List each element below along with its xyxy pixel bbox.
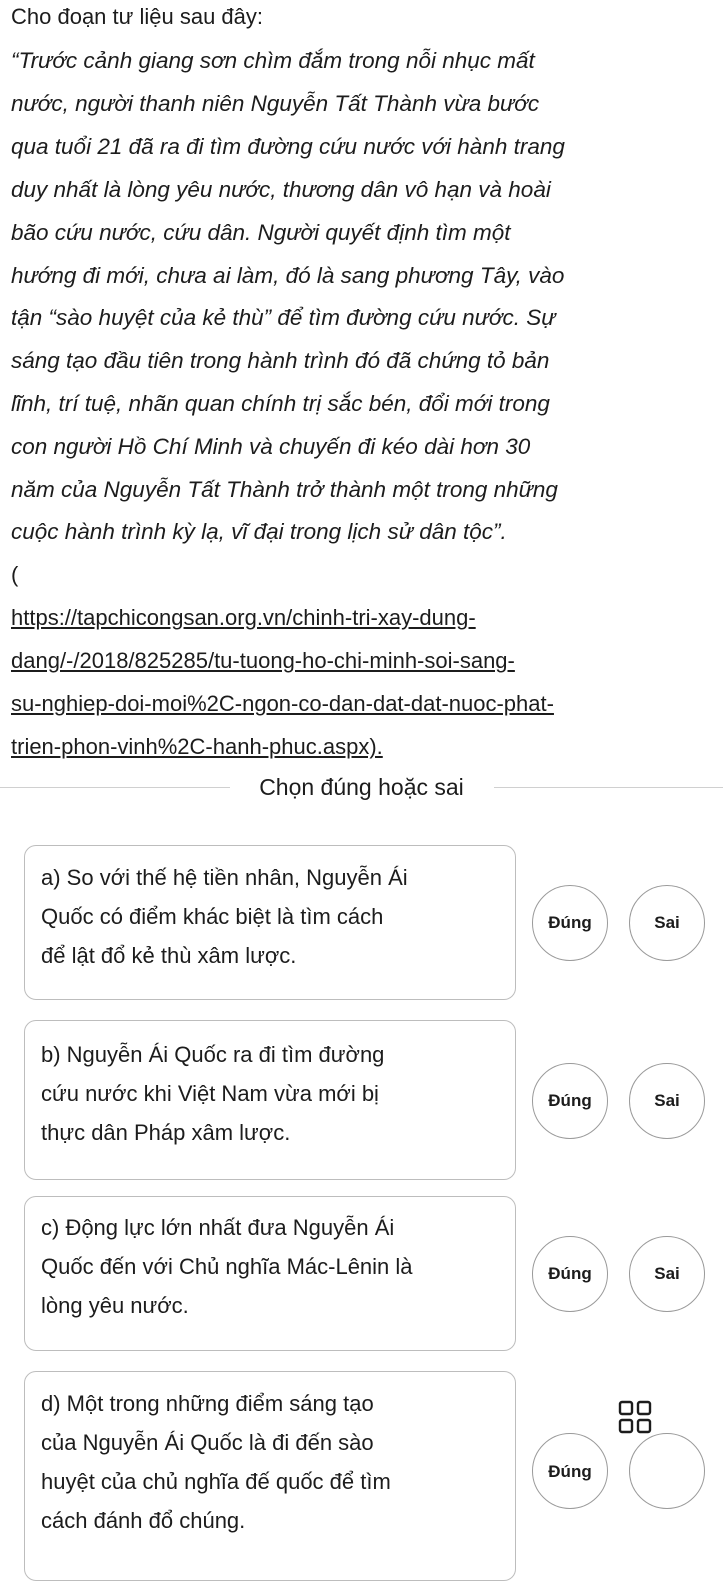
question-line: lòng yêu nước. [41, 1293, 189, 1318]
question-line: d) Một trong những điểm sáng tạo [41, 1391, 374, 1416]
quote-line: lĩnh, trí tuệ, nhãn quan chính trị sắc b… [11, 391, 550, 416]
question-text: c) Động lực lớn nhất đưa Nguyễn Ái Quốc … [41, 1208, 413, 1325]
false-button-b[interactable]: Sai [629, 1063, 705, 1139]
quote-line: bão cứu nước, cứu dân. Người quyết định … [11, 220, 511, 245]
false-button-d[interactable] [629, 1433, 705, 1509]
quote-line: hướng đi mới, chưa ai làm, đó là sang ph… [11, 263, 565, 288]
quote-line: cuộc hành trình kỳ lạ, vĩ đại trong lịch… [11, 519, 507, 544]
quote-line: “Trước cảnh giang sơn chìm đắm trong nỗi… [11, 48, 535, 73]
true-button-d[interactable]: Đúng [532, 1433, 608, 1509]
question-text: a) So với thế hệ tiền nhân, Nguyễn Ái Qu… [41, 858, 408, 975]
source-link[interactable]: https://tapchicongsan.org.vn/chinh-tri-x… [11, 603, 476, 633]
true-button-a[interactable]: Đúng [532, 885, 608, 961]
source-link[interactable]: trien-phon-vinh%2C-hanh-phuc.aspx). [11, 732, 383, 762]
quote-line: sáng tạo đầu tiên trong hành trình đó đã… [11, 348, 550, 373]
question-line: b) Nguyễn Ái Quốc ra đi tìm đường [41, 1042, 385, 1067]
passage-intro: Cho đoạn tư liệu sau đây: [11, 4, 264, 29]
question-text: d) Một trong những điểm sáng tạo của Ngu… [41, 1384, 391, 1540]
question-line: cứu nước khi Việt Nam vừa mới bị [41, 1081, 379, 1106]
question-card-a: a) So với thế hệ tiền nhân, Nguyễn Ái Qu… [24, 845, 516, 1000]
false-button-c[interactable]: Sai [629, 1236, 705, 1312]
question-line: Quốc có điểm khác biệt là tìm cách [41, 904, 384, 929]
question-line: để lật đổ kẻ thù xâm lược. [41, 943, 297, 968]
source-link[interactable]: dang/-/2018/825285/tu-tuong-ho-chi-minh-… [11, 646, 515, 676]
true-button-c[interactable]: Đúng [532, 1236, 608, 1312]
quote-line: nước, người thanh niên Nguyễn Tất Thành … [11, 91, 540, 116]
question-line: a) So với thế hệ tiền nhân, Nguyễn Ái [41, 865, 408, 890]
true-button-b[interactable]: Đúng [532, 1063, 608, 1139]
question-line: cách đánh đổ chúng. [41, 1508, 246, 1533]
question-card-d: d) Một trong những điểm sáng tạo của Ngu… [24, 1371, 516, 1581]
question-line: của Nguyễn Ái Quốc là đi đến sào [41, 1430, 374, 1455]
quote-line: năm của Nguyễn Tất Thành trở thành một t… [11, 477, 558, 502]
question-line: thực dân Pháp xâm lược. [41, 1120, 291, 1145]
question-text: b) Nguyễn Ái Quốc ra đi tìm đường cứu nư… [41, 1035, 384, 1152]
quote-line: con người Hồ Chí Minh và chuyến đi kéo d… [11, 434, 531, 459]
grid-icon[interactable] [617, 1399, 653, 1435]
question-line: huyệt của chủ nghĩa đế quốc để tìm [41, 1469, 391, 1494]
question-line: Quốc đến với Chủ nghĩa Mác-Lênin là [41, 1254, 413, 1279]
false-button-a[interactable]: Sai [629, 885, 705, 961]
grid-icon-svg [618, 1400, 652, 1434]
question-line: c) Động lực lớn nhất đưa Nguyễn Ái [41, 1215, 395, 1240]
quote-line: qua tuổi 21 đã ra đi tìm đường cứu nước … [11, 134, 565, 159]
source-open-paren: ( [11, 562, 19, 587]
section-title: Chọn đúng hoặc sai [259, 774, 464, 800]
question-card-b: b) Nguyễn Ái Quốc ra đi tìm đường cứu nư… [24, 1020, 516, 1180]
quote-line: tận “sào huyệt của kẻ thù” để tìm đường … [11, 305, 556, 330]
source-link[interactable]: su-nghiep-doi-moi%2C-ngon-co-dan-dat-dat… [11, 689, 554, 719]
quote-line: duy nhất là lòng yêu nước, thương dân vô… [11, 177, 551, 202]
question-card-c: c) Động lực lớn nhất đưa Nguyễn Ái Quốc … [24, 1196, 516, 1351]
